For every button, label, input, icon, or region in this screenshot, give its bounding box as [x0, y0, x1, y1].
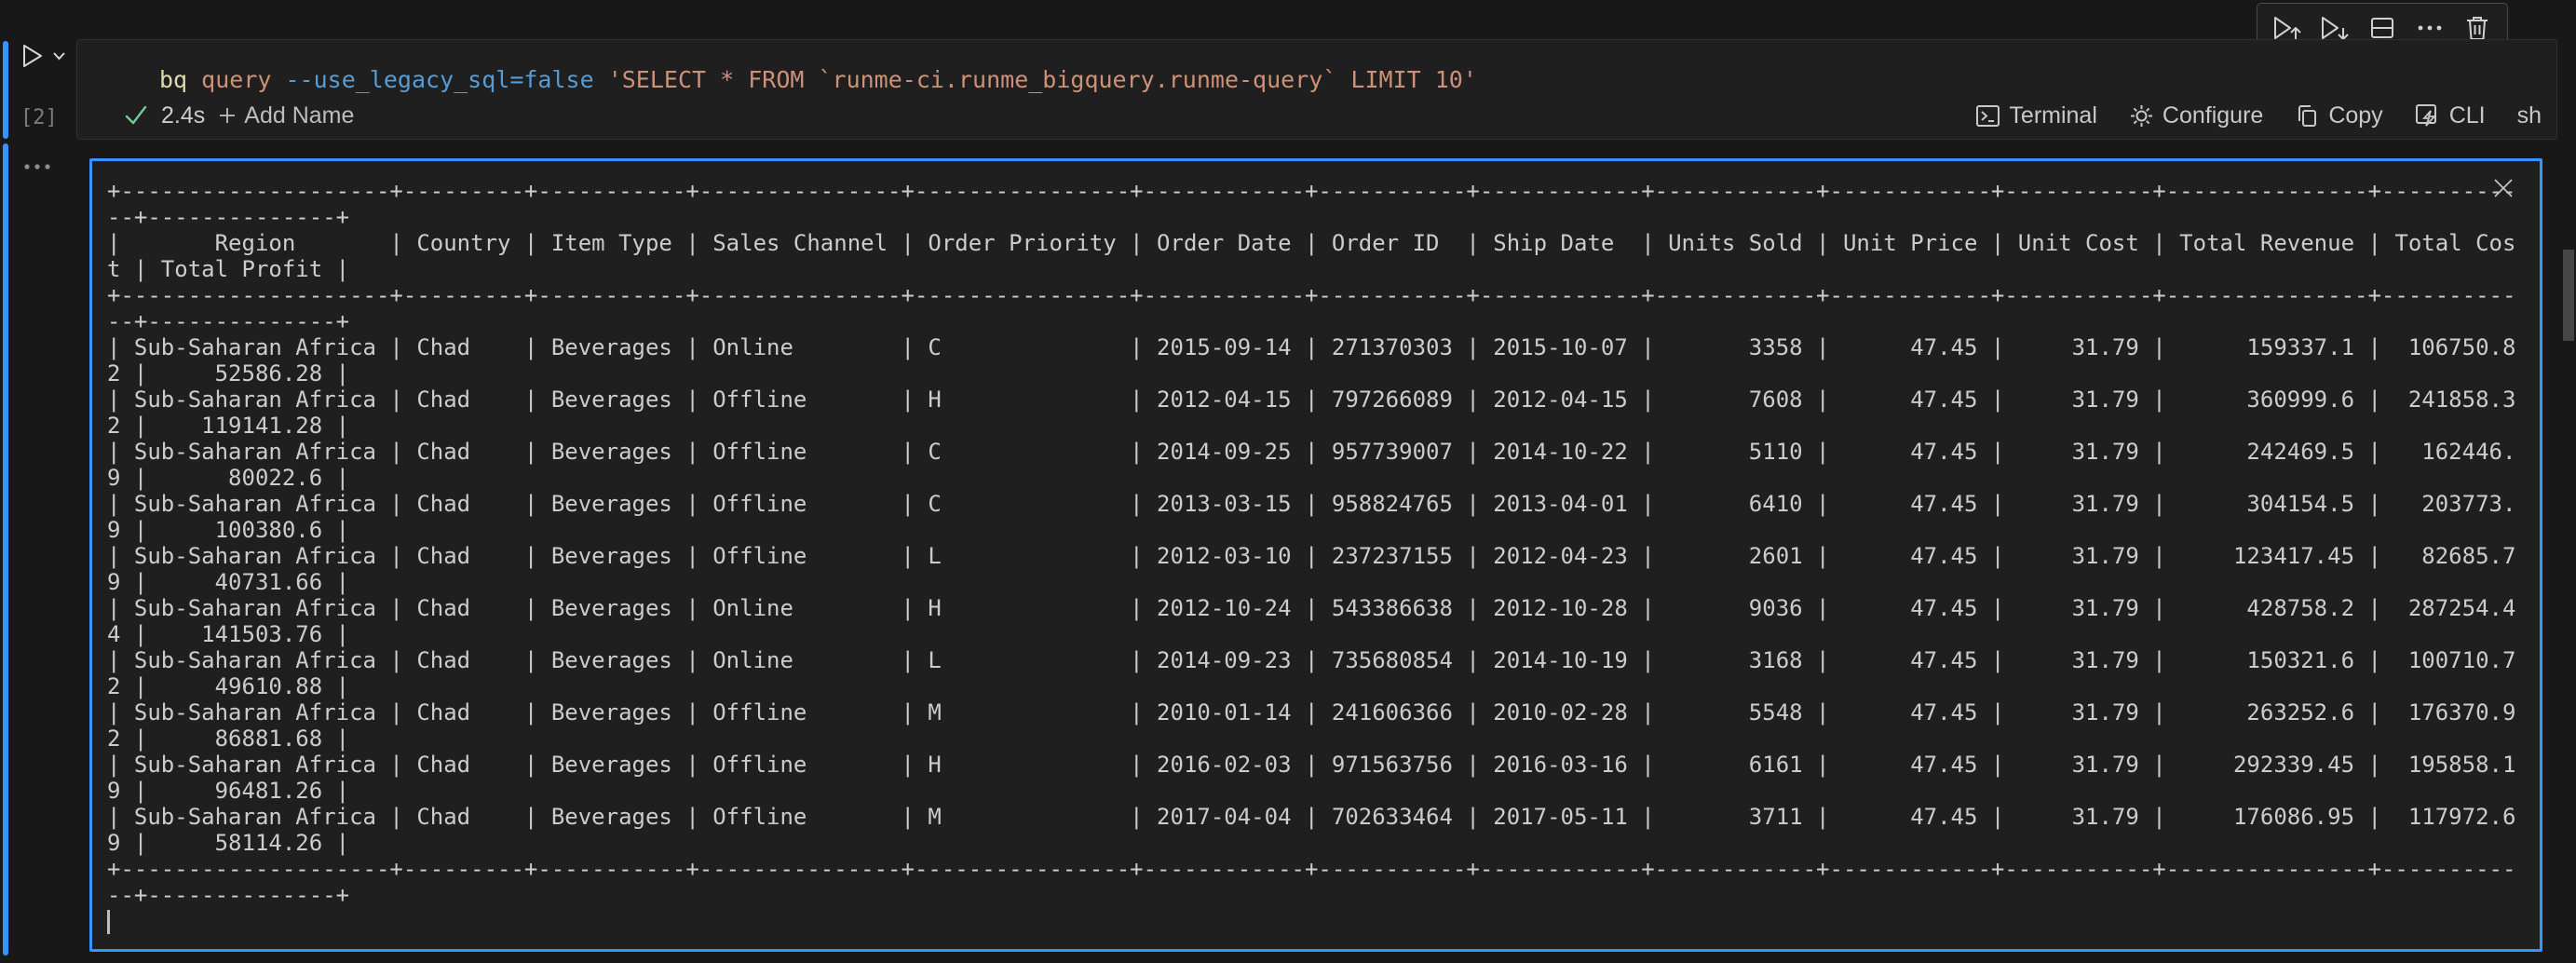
terminal-line: 9 | 96481.26 | [107, 778, 2530, 804]
terminal-line: --+--------------+ [107, 204, 2530, 230]
terminal-line: 9 | 58114.26 | [107, 830, 2530, 856]
terminal-line: | Sub-Saharan Africa | Chad | Beverages … [107, 491, 2530, 517]
execution-count: [2] [20, 106, 58, 129]
terminal-content[interactable]: +--------------------+---------+--------… [107, 178, 2530, 945]
terminal-line: 2 | 119141.28 | [107, 413, 2530, 439]
play-icon[interactable] [19, 43, 45, 69]
terminal-cursor [107, 910, 110, 934]
command-line[interactable]: bq query --use_legacy_sql=false 'SELECT … [159, 66, 1477, 93]
copy-icon [2295, 103, 2320, 129]
notebook-cell-region: [2] bq query --use_legacy_sql=false 'SEL… [0, 0, 2576, 963]
terminal-line: 9 | 80022.6 | [107, 465, 2530, 491]
copy-action-button[interactable]: Copy [2295, 102, 2382, 129]
gear-icon [2129, 103, 2154, 129]
copy-action-label: Copy [2328, 102, 2382, 129]
terminal-line: 2 | 49610.88 | [107, 673, 2530, 699]
terminal-action-label: Terminal [2009, 102, 2096, 129]
cli-action-label: CLI [2449, 102, 2486, 129]
terminal-line: | Sub-Saharan Africa | Chad | Beverages … [107, 752, 2530, 778]
language-identifier: sh [2517, 102, 2542, 129]
terminal-line: | Sub-Saharan Africa | Chad | Beverages … [107, 334, 2530, 360]
terminal-line: | Sub-Saharan Africa | Chad | Beverages … [107, 699, 2530, 726]
terminal-line: +--------------------+---------+--------… [107, 178, 2530, 204]
terminal-line: 4 | 141503.76 | [107, 621, 2530, 647]
output-focus-bar [3, 143, 8, 956]
chevron-down-icon[interactable] [52, 51, 66, 61]
code-cell[interactable]: bq query --use_legacy_sql=false 'SELECT … [76, 39, 2557, 140]
terminal-line: | Region | Country | Item Type | Sales C… [107, 230, 2530, 256]
terminal-line: 2 | 86881.68 | [107, 726, 2530, 752]
terminal-line: 2 | 52586.28 | [107, 360, 2530, 387]
terminal-line: 9 | 100380.6 | [107, 517, 2530, 543]
terminal-line: | Sub-Saharan Africa | Chad | Beverages … [107, 804, 2530, 830]
command-program: bq [159, 66, 187, 93]
terminal-line: | Sub-Saharan Africa | Chad | Beverages … [107, 543, 2530, 569]
configure-action-label: Configure [2162, 102, 2263, 129]
configure-action-button[interactable]: Configure [2129, 102, 2263, 129]
cli-action-button[interactable]: CLI [2415, 102, 2486, 129]
cell-status-bar: 2.4s Add Name Terminal [77, 100, 2556, 131]
terminal-output-panel[interactable]: +--------------------+---------+--------… [89, 158, 2542, 952]
terminal-cursor-line [107, 908, 2530, 934]
terminal-line: 9 | 40731.66 | [107, 569, 2530, 595]
add-name-button[interactable]: Add Name [218, 102, 354, 129]
command-subcommand: query [201, 66, 271, 93]
close-icon[interactable] [2491, 176, 2515, 200]
add-name-label: Add Name [244, 102, 354, 129]
command-flag: --use_legacy_sql=false [286, 66, 594, 93]
terminal-line: | Sub-Saharan Africa | Chad | Beverages … [107, 387, 2530, 413]
execution-duration: 2.4s [161, 102, 205, 129]
cli-icon [2415, 102, 2441, 129]
output-more-actions-icon[interactable] [22, 162, 52, 171]
plus-icon [218, 106, 237, 125]
cell-focus-bar [3, 41, 8, 139]
terminal-line: | Sub-Saharan Africa | Chad | Beverages … [107, 595, 2530, 621]
terminal-line: t | Total Profit | [107, 256, 2530, 282]
scrollbar-thumb[interactable] [2563, 250, 2574, 341]
terminal-line: --+--------------+ [107, 308, 2530, 334]
terminal-line: +--------------------+---------+--------… [107, 856, 2530, 882]
terminal-action-button[interactable]: Terminal [1975, 102, 2096, 129]
terminal-line: +--------------------+---------+--------… [107, 282, 2530, 308]
terminal-line: --+--------------+ [107, 882, 2530, 908]
terminal-line: | Sub-Saharan Africa | Chad | Beverages … [107, 439, 2530, 465]
terminal-icon [1975, 103, 2000, 129]
run-cell-button[interactable] [19, 43, 66, 69]
command-query-string: 'SELECT * FROM `runme-ci.runme_bigquery.… [608, 66, 1477, 93]
success-check-icon [124, 104, 148, 127]
terminal-line: | Sub-Saharan Africa | Chad | Beverages … [107, 647, 2530, 673]
